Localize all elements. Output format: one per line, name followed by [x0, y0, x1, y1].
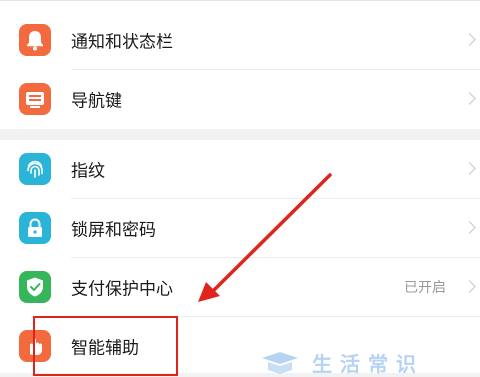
lock-icon — [19, 212, 51, 244]
settings-item-label: 通知和状态栏 — [71, 32, 173, 53]
status-value: 已开启 — [404, 280, 446, 296]
chevron-right-icon — [463, 92, 476, 105]
settings-item-label: 导航键 — [71, 91, 122, 112]
settings-item-payment-protection[interactable]: 支付保护中心 已开启 — [0, 258, 480, 316]
settings-item-fingerprint[interactable]: 指纹 — [0, 140, 480, 198]
settings-item-notifications[interactable]: 通知和状态栏 — [0, 11, 480, 69]
settings-group-top: 通知和状态栏 导航键 — [0, 0, 480, 129]
settings-item-navigation-keys[interactable]: 导航键 — [0, 70, 480, 128]
navigation-keys-icon — [19, 83, 51, 115]
chevron-right-icon — [463, 33, 476, 46]
settings-item-label: 支付保护中心 — [71, 279, 173, 300]
chevron-right-icon — [463, 280, 476, 293]
watermark: 生活常识 — [258, 350, 424, 376]
chevron-right-icon — [463, 221, 476, 234]
settings-item-label: 锁屏和密码 — [71, 220, 156, 241]
watermark-logo-icon — [262, 352, 298, 374]
bell-icon — [19, 24, 51, 56]
fingerprint-icon — [19, 153, 51, 185]
highlight-box — [33, 316, 178, 376]
watermark-text: 生活常识 — [312, 351, 424, 376]
settings-item-lock-screen[interactable]: 锁屏和密码 — [0, 199, 480, 257]
shield-check-icon — [19, 271, 51, 303]
settings-item-label: 指纹 — [71, 161, 105, 182]
chevron-right-icon — [463, 162, 476, 175]
